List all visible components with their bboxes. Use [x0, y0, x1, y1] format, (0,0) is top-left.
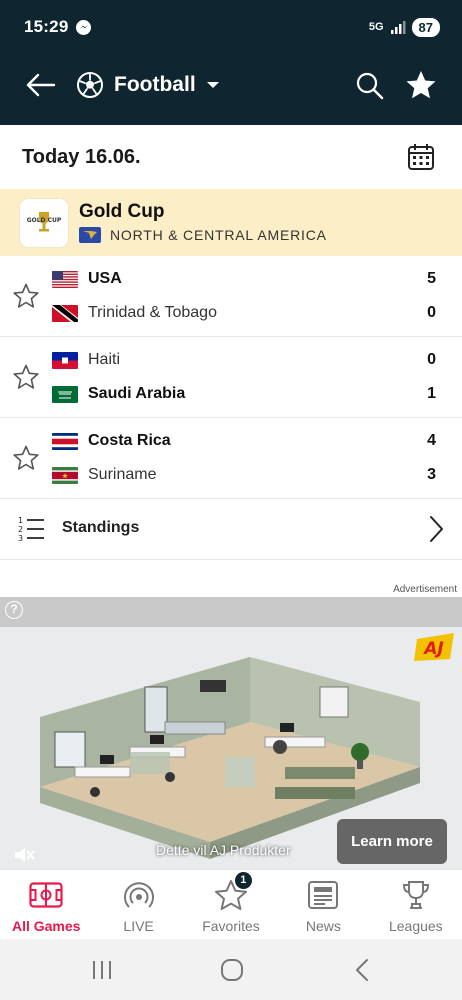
back-icon[interactable]: [350, 957, 376, 983]
team-score: 5: [427, 270, 436, 287]
ad-caption: Dette vil AJ Produkter: [156, 842, 291, 858]
team-name: Suriname: [88, 466, 157, 483]
recent-apps-icon[interactable]: [89, 957, 115, 983]
ad-banner[interactable]: ? AJ Dette vil AJ Produkter Learn more: [0, 597, 462, 869]
competition-region: NORTH & CENTRAL AMERICA: [79, 227, 327, 243]
signal-icon: [390, 20, 406, 34]
nav-leagues[interactable]: Leagues: [370, 870, 462, 939]
favorite-star-outline-icon[interactable]: [12, 363, 40, 391]
home-team: Costa Rica 4: [52, 430, 452, 452]
flag-trinidad-tobago-icon: [52, 304, 78, 322]
date-label: Today 16.06.: [22, 145, 141, 168]
team-name: USA: [88, 270, 122, 287]
flag-haiti-icon: [52, 351, 78, 369]
battery-badge: 87: [411, 17, 440, 37]
advertisement-label: Advertisement: [393, 584, 457, 595]
home-team: USA 5: [52, 268, 452, 290]
svg-text:3: 3: [18, 534, 23, 543]
app-screen: 15:29 5G 87 Football Today 16.06. GOLD C…: [0, 0, 462, 1000]
home-icon[interactable]: [219, 957, 245, 983]
nav-label: News: [305, 918, 341, 934]
flag-suriname-icon: [52, 466, 78, 484]
nav-live[interactable]: LIVE: [92, 870, 184, 939]
match-row[interactable]: Costa Rica 4 Suriname 3: [0, 418, 462, 499]
standings-label: Standings: [62, 519, 140, 536]
region-label: NORTH & CENTRAL AMERICA: [110, 227, 327, 243]
away-team: Saudi Arabia 1: [52, 383, 452, 405]
back-arrow-icon[interactable]: [24, 70, 58, 100]
news-icon: [305, 878, 341, 912]
football-icon: [77, 72, 103, 98]
ranked-list-icon: 1 2 3: [18, 516, 44, 543]
nav-news[interactable]: News: [277, 870, 369, 939]
scoreboard-icon: [28, 878, 64, 912]
region-flag-icon: [79, 227, 101, 243]
team-score: 0: [427, 351, 436, 368]
flag-usa-icon: [52, 270, 78, 288]
aj-brand-logo: AJ: [414, 633, 454, 661]
standings-link[interactable]: 1 2 3 Standings: [0, 498, 462, 560]
date-header: Today 16.06.: [0, 125, 462, 189]
messenger-icon: [76, 19, 92, 35]
svg-text:GOLD CUP: GOLD CUP: [27, 217, 62, 224]
gold-cup-logo: GOLD CUP: [20, 199, 68, 247]
nav-label: All Games: [11, 918, 81, 934]
mute-icon[interactable]: [12, 845, 36, 865]
status-time: 15:29: [24, 17, 69, 36]
chevron-right-icon: [430, 516, 443, 542]
team-score: 3: [427, 466, 436, 483]
trophy-icon: [398, 878, 434, 912]
nav-favorites[interactable]: 1 Favorites: [185, 870, 277, 939]
learn-more-button[interactable]: Learn more: [337, 819, 447, 864]
match-row[interactable]: Haiti 0 Saudi Arabia 1: [0, 337, 462, 418]
nav-label: LIVE: [123, 918, 154, 934]
nav-label: Favorites: [202, 918, 260, 934]
sport-selector[interactable]: Football: [76, 70, 220, 100]
team-name: Haiti: [88, 351, 121, 368]
away-team: Trinidad & Tobago 0: [52, 302, 452, 324]
svg-text:1: 1: [18, 516, 23, 525]
top-header: 15:29 5G 87 Football: [0, 0, 462, 125]
home-team: Haiti 0: [52, 349, 452, 371]
team-score: 0: [427, 304, 436, 321]
competition-header[interactable]: GOLD CUP Gold Cup NORTH & CENTRAL AMERIC…: [0, 189, 462, 256]
team-name: Costa Rica: [88, 432, 171, 449]
favorite-star-outline-icon[interactable]: [12, 282, 40, 310]
nav-all-games[interactable]: All Games: [0, 870, 92, 939]
dropdown-caret-icon: [206, 82, 219, 88]
ad-info-icon[interactable]: ?: [5, 601, 23, 619]
favorite-star-outline-icon[interactable]: [12, 444, 40, 472]
live-icon: [121, 878, 157, 912]
nav-label: Leagues: [388, 918, 443, 934]
status-bar: 15:29 5G 87: [24, 14, 440, 40]
flag-costa-rica-icon: [52, 432, 78, 450]
svg-text:AJ: AJ: [422, 639, 443, 659]
favorite-star-icon[interactable]: [404, 68, 438, 102]
away-team: Suriname 3: [52, 464, 452, 486]
flag-saudi-arabia-icon: [52, 385, 78, 403]
team-score: 4: [427, 432, 436, 449]
system-nav-bar: [0, 939, 462, 1000]
svg-text:2: 2: [18, 525, 23, 534]
team-name: Saudi Arabia: [88, 385, 186, 402]
network-label: 5G: [368, 21, 384, 33]
bottom-nav: All Games LIVE 1 Favorites News Leagues: [0, 869, 462, 939]
team-score: 1: [427, 385, 436, 402]
favorites-badge: 1: [234, 872, 252, 889]
sport-title: Football: [114, 73, 196, 96]
calendar-icon[interactable]: [406, 142, 436, 172]
team-name: Trinidad & Tobago: [88, 304, 217, 321]
competition-name: Gold Cup: [79, 201, 165, 222]
match-row[interactable]: USA 5 Trinidad & Tobago 0: [0, 256, 462, 337]
app-bar: Football: [0, 60, 462, 110]
search-icon[interactable]: [354, 70, 386, 102]
